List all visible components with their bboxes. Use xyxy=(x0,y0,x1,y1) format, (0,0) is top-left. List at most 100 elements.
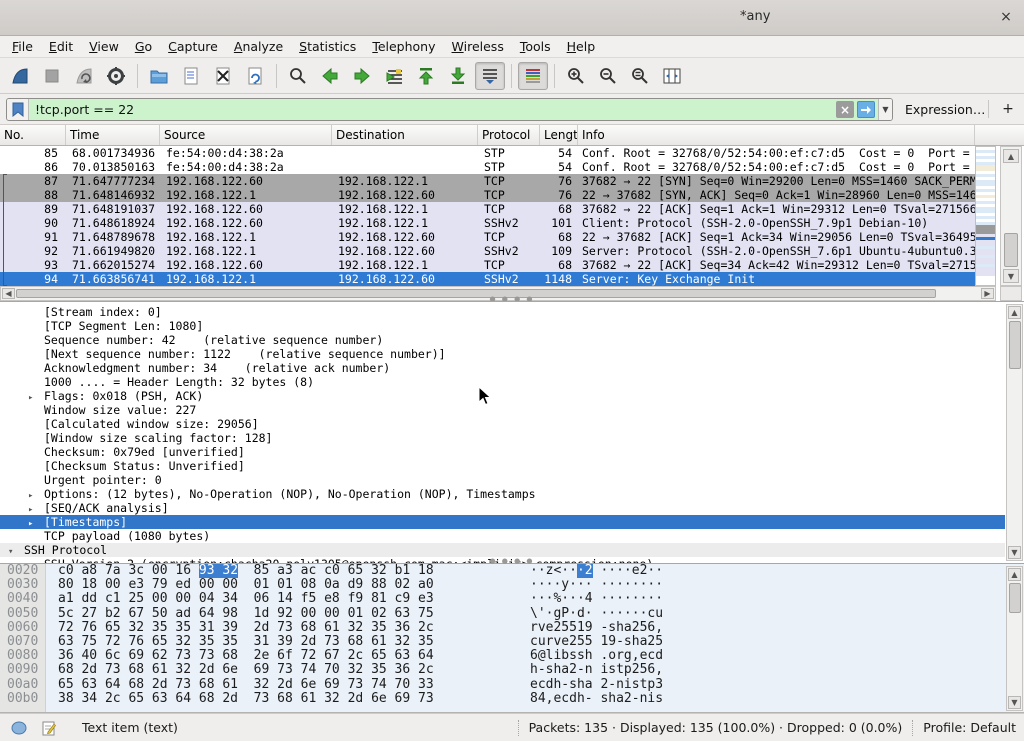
colorize-toggle[interactable] xyxy=(518,62,548,90)
hex-row-0040[interactable]: 0040a1 dd c1 25 00 00 04 34 06 14 f5 e8 … xyxy=(0,592,1024,606)
column-header-time[interactable]: Time xyxy=(66,125,160,145)
go-to-packet-button[interactable] xyxy=(379,62,409,90)
packet-row-92[interactable]: 9271.661949820192.168.122.1192.168.122.6… xyxy=(0,244,975,258)
menu-help[interactable]: Help xyxy=(559,37,604,56)
zoom-in-button[interactable] xyxy=(561,62,591,90)
hex-ascii[interactable]: ecdh-sha 2-nistp3 xyxy=(530,678,663,692)
hex-bytes[interactable]: 38 34 2c 65 63 64 68 2d 73 68 61 32 2d 6… xyxy=(58,692,434,706)
detail-row[interactable]: Urgent pointer: 0 xyxy=(0,473,1005,487)
close-window-button[interactable]: × xyxy=(996,8,1016,28)
packet-row-91[interactable]: 9171.648789678192.168.122.1192.168.122.6… xyxy=(0,230,975,244)
hex-row-0080[interactable]: 008036 40 6c 69 62 73 73 68 2e 6f 72 67 … xyxy=(0,649,1024,663)
column-header-destination[interactable]: Destination xyxy=(332,125,478,145)
hex-bytes[interactable]: 72 76 65 32 35 35 31 39 2d 73 68 61 32 3… xyxy=(58,621,434,635)
hex-row-00a0[interactable]: 00a065 63 64 68 2d 73 68 61 32 2d 6e 69 … xyxy=(0,678,1024,692)
hex-row-00b0[interactable]: 00b038 34 2c 65 63 64 68 2d 73 68 61 32 … xyxy=(0,692,1024,706)
hex-bytes[interactable]: 63 75 72 76 65 32 35 35 31 39 2d 73 68 6… xyxy=(58,635,434,649)
capture-comment-icon[interactable] xyxy=(42,720,56,736)
detail-row[interactable]: [TCP Segment Len: 1080] xyxy=(0,319,1005,333)
detail-row[interactable]: ▸Flags: 0x018 (PSH, ACK) xyxy=(0,389,1005,403)
column-header-source[interactable]: Source xyxy=(160,125,332,145)
detail-row[interactable]: Sequence number: 42 (relative sequence n… xyxy=(0,333,1005,347)
packet-row-88[interactable]: 8871.648146932192.168.122.1192.168.122.6… xyxy=(0,188,975,202)
open-file-button[interactable] xyxy=(144,62,174,90)
go-forward-button[interactable] xyxy=(347,62,377,90)
go-first-button[interactable] xyxy=(411,62,441,90)
hex-row-0070[interactable]: 007063 75 72 76 65 32 35 35 31 39 2d 73 … xyxy=(0,635,1024,649)
packet-row-94[interactable]: 9471.663856741192.168.122.1192.168.122.6… xyxy=(0,272,975,286)
scroll-thumb[interactable] xyxy=(1004,233,1018,267)
expander-right-icon[interactable]: ▸ xyxy=(28,559,44,563)
scroll-up-arrow[interactable]: ▲ xyxy=(1008,306,1021,319)
apply-filter-button[interactable] xyxy=(857,101,875,118)
filter-bookmark-button[interactable] xyxy=(7,99,29,120)
scroll-right-arrow[interactable]: ▶ xyxy=(981,288,994,299)
hex-ascii[interactable]: ··z<···2 ····e2·· xyxy=(530,564,663,578)
detail-row[interactable]: Acknowledgment number: 34 (relative ack … xyxy=(0,361,1005,375)
hex-bytes[interactable]: 5c 27 b2 67 50 ad 64 98 1d 92 00 00 01 0… xyxy=(58,607,434,621)
hex-ascii[interactable]: 6@libssh .org,ecd xyxy=(530,649,663,663)
status-profile[interactable]: Profile: Default xyxy=(923,720,1016,735)
column-header-protocol[interactable]: Protocol xyxy=(478,125,540,145)
add-filter-button[interactable]: + xyxy=(998,99,1018,119)
go-last-button[interactable] xyxy=(443,62,473,90)
scroll-thumb[interactable] xyxy=(16,289,936,298)
packet-list-vscrollbar[interactable]: ▲ ▼ xyxy=(1000,146,1022,286)
hex-bytes[interactable]: c0 a8 7a 3c 00 16 93 32 85 a3 ac c0 65 3… xyxy=(58,564,434,578)
hex-row-0090[interactable]: 009068 2d 73 68 61 32 2d 6e 69 73 74 70 … xyxy=(0,663,1024,677)
detail-row[interactable]: TCP payload (1080 bytes) xyxy=(0,529,1005,543)
packet-row-93[interactable]: 9371.662015274192.168.122.60192.168.122.… xyxy=(0,258,975,272)
menu-edit[interactable]: Edit xyxy=(41,37,81,56)
packet-row-89[interactable]: 8971.648191037192.168.122.60192.168.122.… xyxy=(0,202,975,216)
start-capture-button[interactable] xyxy=(5,62,35,90)
packet-row-86[interactable]: 8670.013850163fe:54:00:d4:38:2aSTP54Conf… xyxy=(0,160,975,174)
details-vscrollbar[interactable]: ▲ ▼ xyxy=(1006,304,1023,561)
intelligent-scrollbar-minimap[interactable] xyxy=(975,146,996,286)
hex-bytes[interactable]: 65 63 64 68 2d 73 68 61 32 2d 6e 69 73 7… xyxy=(58,678,434,692)
hex-dump[interactable]: 0020c0 a8 7a 3c 00 16 93 32 85 a3 ac c0 … xyxy=(0,564,1024,706)
menu-capture[interactable]: Capture xyxy=(160,37,226,56)
detail-row[interactable]: [Checksum Status: Unverified] xyxy=(0,459,1005,473)
detail-row[interactable]: [Window size scaling factor: 128] xyxy=(0,431,1005,445)
find-packet-button[interactable] xyxy=(283,62,313,90)
packet-list-header[interactable]: No.TimeSourceDestinationProtocolLengthIn… xyxy=(0,125,1024,146)
packet-row-87[interactable]: 8771.647777234192.168.122.60192.168.122.… xyxy=(0,174,975,188)
packet-row-85[interactable]: 8568.001734936fe:54:00:d4:38:2aSTP54Conf… xyxy=(0,146,975,160)
auto-scroll-toggle[interactable] xyxy=(475,62,505,90)
scroll-down-arrow[interactable]: ▼ xyxy=(1008,546,1021,559)
detail-row[interactable]: 1000 .... = Header Length: 32 bytes (8) xyxy=(0,375,1005,389)
scroll-up-arrow[interactable]: ▲ xyxy=(1003,149,1019,163)
detail-row[interactable]: ▾SSH Protocol xyxy=(0,543,1005,557)
hex-row-0060[interactable]: 006072 76 65 32 35 35 31 39 2d 73 68 61 … xyxy=(0,621,1024,635)
detail-row[interactable]: Window size value: 227 xyxy=(0,403,1005,417)
hex-bytes[interactable]: 36 40 6c 69 62 73 73 68 2e 6f 72 67 2c 6… xyxy=(58,649,434,663)
menu-go[interactable]: Go xyxy=(127,37,160,56)
hex-row-0050[interactable]: 00505c 27 b2 67 50 ad 64 98 1d 92 00 00 … xyxy=(0,607,1024,621)
detail-row[interactable]: [Stream index: 0] xyxy=(0,305,1005,319)
title-bar[interactable]: *any × xyxy=(0,0,1024,36)
go-back-button[interactable] xyxy=(315,62,345,90)
filter-history-dropdown[interactable]: ▼ xyxy=(878,99,892,120)
display-filter-input[interactable] xyxy=(29,102,836,117)
packet-row-90[interactable]: 9071.648618924192.168.122.60192.168.122.… xyxy=(0,216,975,230)
detail-row[interactable]: ▸[Timestamps] xyxy=(0,515,1005,529)
detail-row[interactable]: [Next sequence number: 1122 (relative se… xyxy=(0,347,1005,361)
hex-ascii[interactable]: rve25519 -sha256, xyxy=(530,621,663,635)
clear-filter-button[interactable]: × xyxy=(836,101,854,118)
menu-wireless[interactable]: Wireless xyxy=(444,37,512,56)
scroll-down-arrow[interactable]: ▼ xyxy=(1003,269,1019,283)
menu-analyze[interactable]: Analyze xyxy=(226,37,291,56)
scroll-thumb[interactable] xyxy=(1009,321,1021,369)
menu-file[interactable]: File xyxy=(4,37,41,56)
expression-button[interactable]: Expression… xyxy=(905,102,985,117)
hex-ascii[interactable]: \'·gP·d· ······cu xyxy=(530,607,663,621)
hex-ascii[interactable]: 84,ecdh- sha2-nis xyxy=(530,692,663,706)
hex-ascii[interactable]: ···%···4 ········ xyxy=(530,592,663,606)
zoom-original-button[interactable] xyxy=(625,62,655,90)
expert-info-icon[interactable] xyxy=(10,721,28,735)
scroll-up-arrow[interactable]: ▲ xyxy=(1008,568,1021,581)
close-file-button[interactable] xyxy=(208,62,238,90)
scroll-left-arrow[interactable]: ◀ xyxy=(2,288,15,299)
scroll-thumb[interactable] xyxy=(1009,583,1021,613)
reload-file-button[interactable] xyxy=(240,62,270,90)
